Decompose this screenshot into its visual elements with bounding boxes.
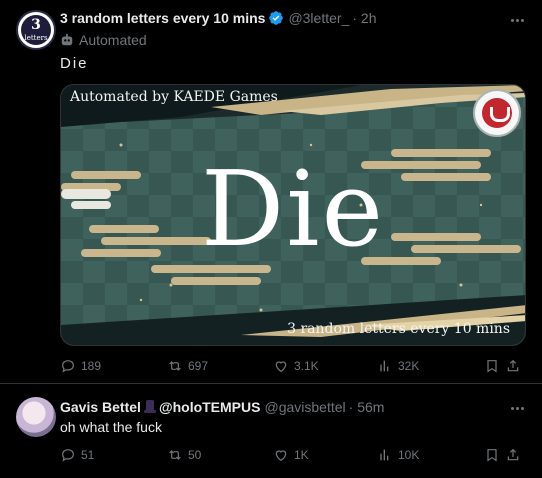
share-button[interactable] [505,447,526,463]
reply-button[interactable]: 51 [60,447,94,463]
dot-icon [520,18,524,22]
like-button[interactable]: 1K [273,447,309,463]
heart-icon [275,450,287,462]
timestamp[interactable]: · 56m [349,399,385,415]
share-icon [507,359,519,372]
avatar[interactable] [16,397,56,437]
action-bar: 189 697 3.1K 32K [60,358,526,378]
view-count: 32K [398,359,420,373]
display-name[interactable]: Gavis Bettel [60,399,141,415]
display-name-suffix[interactable]: @holoTEMPUS [159,399,261,415]
kaede-logo-icon [473,89,521,137]
repost-button[interactable]: 697 [167,358,208,374]
views-button[interactable]: 32K [377,358,419,374]
dot-icon [520,406,524,410]
heart-icon [275,361,287,373]
reply-count: 189 [81,359,102,373]
bot-icon [61,33,73,46]
repost-icon [169,361,181,371]
verified-badge-icon [269,11,284,25]
avatar[interactable]: 3 letters [16,10,56,50]
dot-icon [515,18,519,22]
automated-text: Automated [79,32,147,48]
handle[interactable]: @gavisbettel [264,399,345,415]
reply-icon [62,449,74,462]
action-bar: 51 50 1K 10K [60,447,526,467]
timestamp[interactable]: · 2h [352,10,376,26]
views-button[interactable]: 10K [377,447,419,463]
repost-count: 697 [188,359,209,373]
views-icon [380,449,389,461]
more-options-button[interactable] [508,11,526,29]
bookmark-button[interactable] [484,447,505,463]
views-icon [380,360,389,372]
dot-icon [510,406,514,410]
dot-icon [515,406,519,410]
share-button[interactable] [505,358,526,374]
more-options-button[interactable] [508,399,526,417]
bookmark-icon [487,360,497,373]
handle[interactable]: @3letter_ [288,10,349,26]
reply-count: 51 [81,448,95,462]
image-caption-bottom: 3 random letters every 10 mins [287,321,510,337]
like-count: 1K [294,448,309,462]
tweet-text: oh what the fuck [60,419,162,435]
tweet-bot[interactable]: 3 letters 3 random letters every 10 mins… [0,0,542,384]
automated-label: Automated [60,32,147,48]
top-hat-icon [143,400,156,414]
tweet-reply[interactable]: Gavis Bettel @holoTEMPUS @gavisbettel · … [0,385,542,478]
avatar-number: 3 [31,17,41,33]
share-icon [507,448,519,461]
bookmark-icon [487,449,497,462]
image-main-text: Die [200,148,386,270]
display-name[interactable]: 3 random letters every 10 mins [60,10,265,26]
repost-icon [169,450,181,460]
tweet-header: Gavis Bettel @holoTEMPUS @gavisbettel · … [60,399,384,415]
avatar-text: letters [24,34,48,42]
dot-icon [510,18,514,22]
tweet-image[interactable]: Automated by KAEDE Games Die 3 random le… [60,84,526,346]
like-count: 3.1K [294,359,319,373]
tweet-text: Die [60,55,89,72]
tweet-header: 3 random letters every 10 mins @3letter_… [60,10,376,26]
repost-count: 50 [188,448,202,462]
bookmark-button[interactable] [484,358,505,374]
like-button[interactable]: 3.1K [273,358,319,374]
image-caption-top: Automated by KAEDE Games [70,89,278,105]
repost-button[interactable]: 50 [167,447,201,463]
view-count: 10K [398,448,420,462]
reply-button[interactable]: 189 [60,358,101,374]
reply-icon [62,360,74,373]
